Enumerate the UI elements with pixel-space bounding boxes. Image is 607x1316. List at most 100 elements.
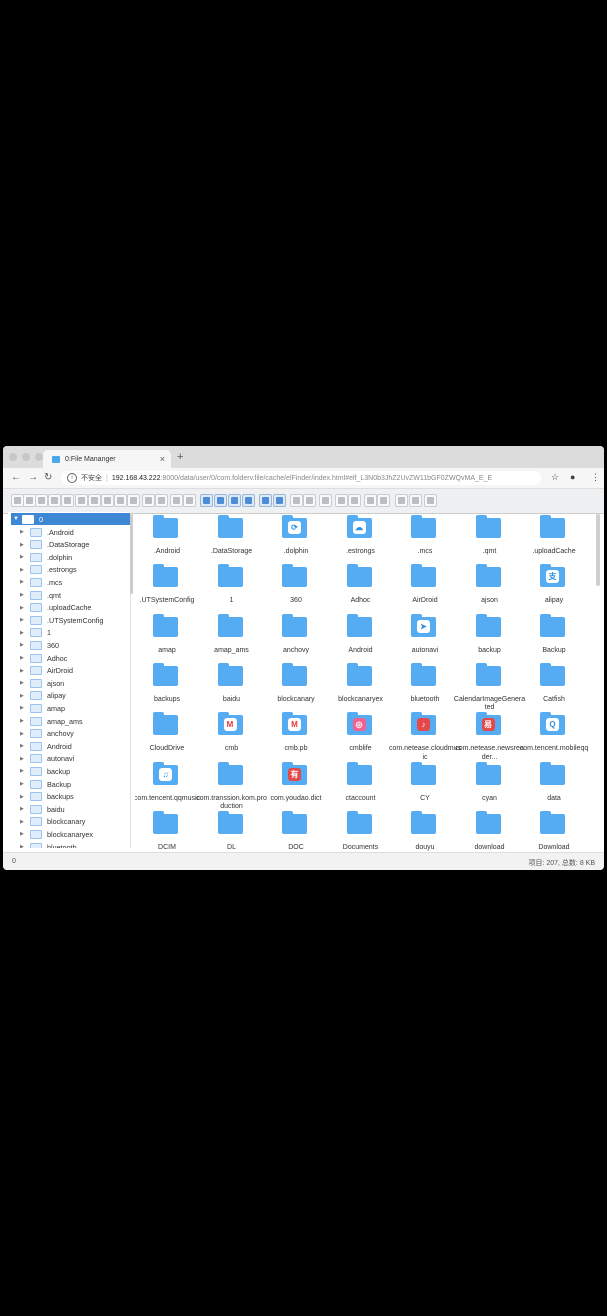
- maximize-window-dot[interactable]: [35, 453, 43, 461]
- tree-item[interactable]: ▶ AirDroid: [8, 665, 130, 677]
- expand-arrow-icon[interactable]: ▶: [20, 756, 26, 762]
- tree-item[interactable]: ▶ blockcanaryex: [8, 828, 130, 840]
- tree-item[interactable]: ▶ ajson: [8, 677, 130, 689]
- expand-arrow-icon[interactable]: ▶: [20, 819, 26, 825]
- toolbar-button-icon[interactable]: [424, 494, 437, 507]
- tree-item[interactable]: ▶ .UTSystemConfig: [8, 614, 130, 626]
- toolbar-button-icon[interactable]: [114, 494, 127, 507]
- toolbar-button-icon[interactable]: [273, 494, 286, 507]
- tree-item[interactable]: ▶ .qmt: [8, 589, 130, 601]
- toolbar-button-icon[interactable]: [348, 494, 361, 507]
- toolbar-button-icon[interactable]: [409, 494, 422, 507]
- toolbar-button-icon[interactable]: [61, 494, 74, 507]
- tree-item[interactable]: ▶ .estrongs: [8, 564, 130, 576]
- expand-arrow-icon[interactable]: ▶: [20, 592, 26, 598]
- toolbar-button-icon[interactable]: [88, 494, 101, 507]
- expand-arrow-icon[interactable]: ▶: [20, 781, 26, 787]
- tree-item[interactable]: ▶ autonavi: [8, 753, 130, 765]
- tree-item[interactable]: ▶ amap: [8, 702, 130, 714]
- tree-item[interactable]: ▶ 360: [8, 639, 130, 651]
- toolbar-button-icon[interactable]: [200, 494, 213, 507]
- toolbar-button-icon[interactable]: [290, 494, 303, 507]
- tree-item[interactable]: ▶ .dolphin: [8, 551, 130, 563]
- expand-arrow-icon[interactable]: ▶: [20, 655, 26, 661]
- expand-arrow-icon[interactable]: ▶: [20, 542, 26, 548]
- toolbar-button-icon[interactable]: [259, 494, 272, 507]
- expand-arrow-icon[interactable]: ▼: [13, 516, 19, 522]
- tree-item[interactable]: ▶ .mcs: [8, 576, 130, 588]
- expand-arrow-icon[interactable]: ▶: [20, 642, 26, 648]
- expand-arrow-icon[interactable]: ▶: [20, 605, 26, 611]
- toolbar-button-icon[interactable]: [101, 494, 114, 507]
- expand-arrow-icon[interactable]: ▶: [20, 718, 26, 724]
- expand-arrow-icon[interactable]: ▶: [20, 731, 26, 737]
- expand-arrow-icon[interactable]: ▶: [20, 554, 26, 560]
- toolbar-button-icon[interactable]: [75, 494, 88, 507]
- tree-vertical-scrollbar[interactable]: [130, 514, 133, 594]
- expand-arrow-icon[interactable]: ▶: [20, 743, 26, 749]
- toolbar-button-icon[interactable]: [364, 494, 377, 507]
- account-icon[interactable]: ●: [570, 472, 575, 482]
- tree-item[interactable]: ▶ 1: [8, 627, 130, 639]
- url-field[interactable]: i 不安全 | 192.168.43.222 :8000/data/user/0…: [61, 471, 541, 485]
- toolbar-button-icon[interactable]: [228, 494, 241, 507]
- close-window-dot[interactable]: [9, 453, 17, 461]
- forward-icon[interactable]: →: [28, 472, 38, 483]
- toolbar-button-icon[interactable]: [183, 494, 196, 507]
- expand-arrow-icon[interactable]: ▶: [20, 630, 26, 636]
- file-name: 360: [290, 597, 302, 605]
- expand-arrow-icon[interactable]: ▶: [20, 844, 26, 848]
- close-tab-icon[interactable]: ×: [160, 454, 165, 464]
- toolbar-button-icon[interactable]: [127, 494, 140, 507]
- tree-item[interactable]: ▶ Backup: [8, 778, 130, 790]
- expand-arrow-icon[interactable]: ▶: [20, 579, 26, 585]
- toolbar-button-icon[interactable]: [395, 494, 408, 507]
- expand-arrow-icon[interactable]: ▶: [20, 680, 26, 686]
- tree-item[interactable]: ▶ anchovy: [8, 728, 130, 740]
- expand-arrow-icon[interactable]: ▶: [20, 567, 26, 573]
- toolbar-button-icon[interactable]: [214, 494, 227, 507]
- toolbar-button-icon[interactable]: [303, 494, 316, 507]
- toolbar-button-icon[interactable]: [242, 494, 255, 507]
- grid-vertical-scrollbar[interactable]: [596, 514, 600, 586]
- window-controls[interactable]: [9, 453, 43, 461]
- tree-root-item[interactable]: ▼ 0: [11, 513, 130, 525]
- toolbar-button-icon[interactable]: [35, 494, 48, 507]
- expand-arrow-icon[interactable]: ▶: [20, 768, 26, 774]
- bookmark-star-icon[interactable]: ☆: [551, 472, 559, 483]
- toolbar-button-icon[interactable]: [48, 494, 61, 507]
- toolbar-button-icon[interactable]: [335, 494, 348, 507]
- new-tab-icon[interactable]: +: [177, 451, 183, 463]
- tree-item[interactable]: ▶ backups: [8, 791, 130, 803]
- minimize-window-dot[interactable]: [22, 453, 30, 461]
- expand-arrow-icon[interactable]: ▶: [20, 668, 26, 674]
- tree-item[interactable]: ▶ amap_ams: [8, 715, 130, 727]
- tree-item[interactable]: ▶ Android: [8, 740, 130, 752]
- tree-item[interactable]: ▶ .Android: [8, 526, 130, 538]
- tree-item[interactable]: ▶ .uploadCache: [8, 602, 130, 614]
- tree-item[interactable]: ▶ .DataStorage: [8, 539, 130, 551]
- more-menu-icon[interactable]: ⋮: [591, 472, 600, 483]
- expand-arrow-icon[interactable]: ▶: [20, 617, 26, 623]
- expand-arrow-icon[interactable]: ▶: [20, 705, 26, 711]
- expand-arrow-icon[interactable]: ▶: [20, 529, 26, 535]
- expand-arrow-icon[interactable]: ▶: [20, 794, 26, 800]
- tree-item[interactable]: ▶ blockcanary: [8, 816, 130, 828]
- toolbar-button-icon[interactable]: [155, 494, 168, 507]
- tree-item[interactable]: ▶ Adhoc: [8, 652, 130, 664]
- tree-item[interactable]: ▶ bluetooth: [8, 841, 130, 848]
- expand-arrow-icon[interactable]: ▶: [20, 806, 26, 812]
- tree-item[interactable]: ▶ backup: [8, 765, 130, 777]
- toolbar-button-icon[interactable]: [142, 494, 155, 507]
- tree-item[interactable]: ▶ baidu: [8, 803, 130, 815]
- tree-item[interactable]: ▶ alipay: [8, 690, 130, 702]
- toolbar-button-icon[interactable]: [377, 494, 390, 507]
- toolbar-button-icon[interactable]: [319, 494, 332, 507]
- browser-tab[interactable]: 0:File Mananger ×: [43, 450, 171, 468]
- expand-arrow-icon[interactable]: ▶: [20, 831, 26, 837]
- info-icon[interactable]: i: [67, 473, 77, 483]
- toolbar-button-icon[interactable]: [170, 494, 183, 507]
- expand-arrow-icon[interactable]: ▶: [20, 693, 26, 699]
- back-icon[interactable]: ←: [11, 472, 21, 483]
- reload-icon[interactable]: ↻: [44, 472, 52, 483]
